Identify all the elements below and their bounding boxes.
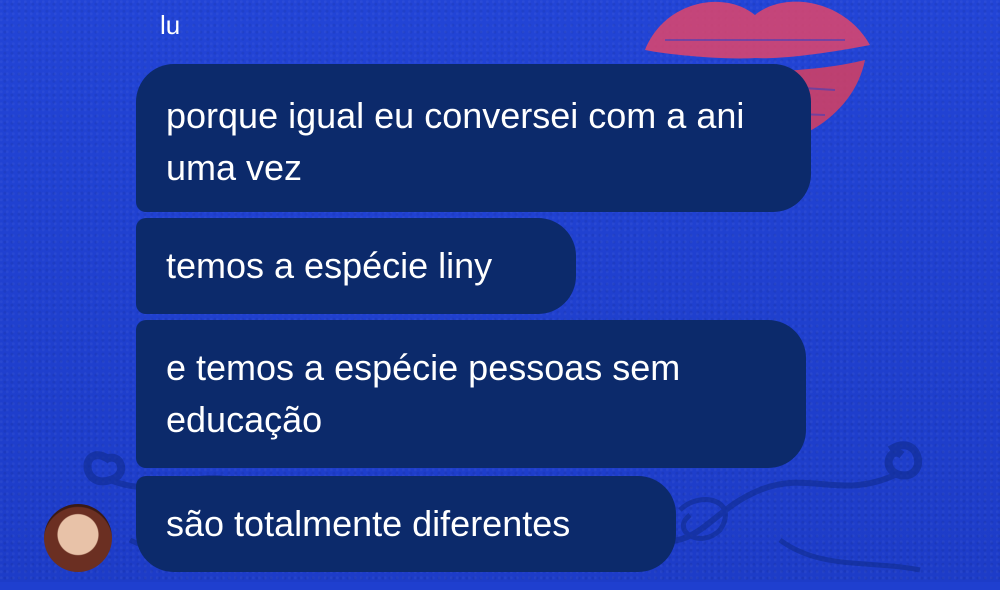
message-bubble[interactable]: porque igual eu conversei com a ani uma … (136, 64, 811, 212)
message-text: porque igual eu conversei com a ani uma … (166, 95, 745, 188)
message-text: são totalmente diferentes (166, 503, 571, 544)
message-text: temos a espécie liny (166, 245, 493, 286)
sender-name: lu (160, 10, 181, 40)
sender-avatar[interactable] (44, 504, 112, 572)
message-bubble[interactable]: são totalmente diferentes (136, 476, 676, 572)
message-bubble[interactable]: e temos a espécie pessoas sem educação (136, 320, 806, 468)
message-bubble[interactable]: temos a espécie liny (136, 218, 576, 314)
message-text: e temos a espécie pessoas sem educação (166, 347, 681, 440)
